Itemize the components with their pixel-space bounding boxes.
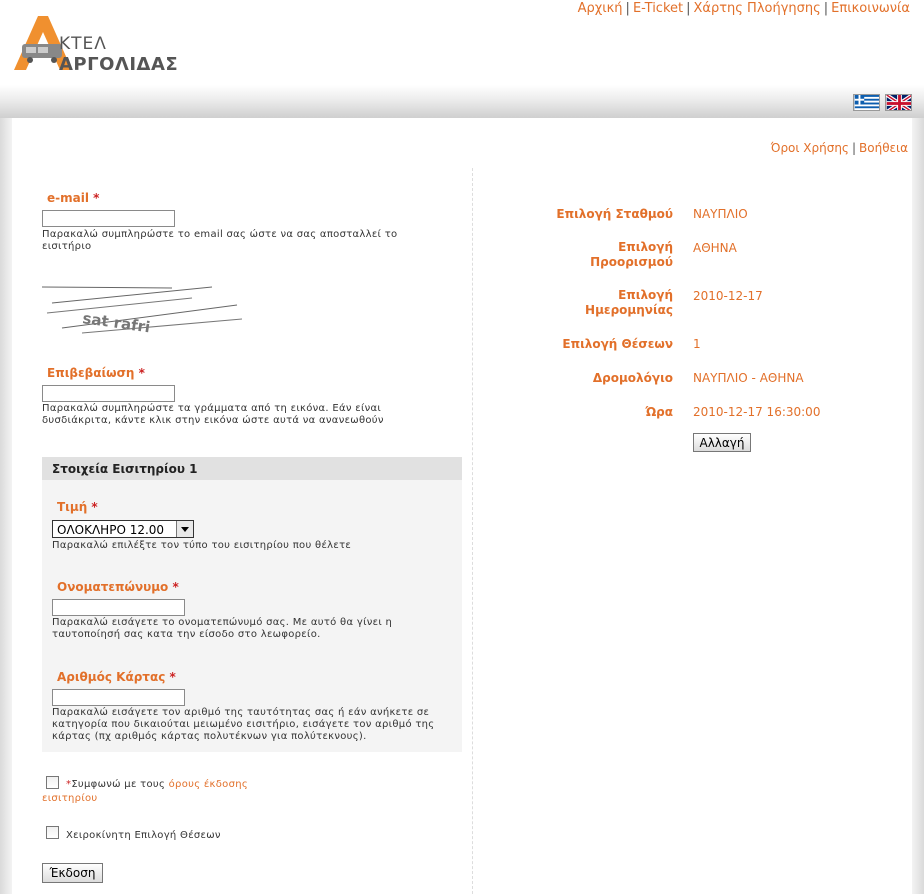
captcha-image[interactable]: sat rafri: [41, 283, 243, 336]
seats-label: Επιλογή Θέσεων: [562, 337, 673, 351]
ticket-section-title: Στοιχεία Εισιτηρίου 1: [52, 462, 198, 476]
card-label: Αριθμός Κάρτας *: [57, 670, 176, 684]
price-select[interactable]: ΟΛΟΚΛΗΡΟ 12.00: [52, 520, 194, 538]
logo-line1: ΚΤΕΛ: [59, 34, 107, 54]
station-value: ΝΑΥΠΛΙΟ: [693, 207, 748, 221]
svg-text:sat rafri: sat rafri: [81, 309, 151, 335]
nav-contact[interactable]: Επικοινωνία: [831, 1, 910, 16]
page-right-shadow: [912, 118, 924, 894]
nav-eticket[interactable]: E-Ticket: [633, 1, 683, 16]
confirm-label: Επιβεβαίωση *: [47, 366, 145, 380]
destination-value: ΑΘΗΝΑ: [693, 241, 737, 255]
date-value: 2010-12-17: [693, 289, 763, 303]
seats-value: 1: [693, 337, 701, 351]
column-divider: [472, 168, 473, 894]
nav-home[interactable]: Αρχική: [578, 1, 623, 16]
name-label: Ονοματεπώνυμο *: [57, 580, 179, 594]
name-help: Παρακαλώ εισάγετε το ονοματεπώνυμό σας. …: [52, 617, 393, 640]
station-label: Επιλογή Σταθμού: [556, 207, 673, 221]
price-label: Τιμή *: [57, 500, 98, 514]
terms-issue-link-cont[interactable]: εισιτηρίου: [42, 793, 98, 805]
nav-map[interactable]: Χάρτης Πλοήγησης: [694, 1, 821, 16]
destination-label: Επιλογή Προορισμού: [590, 240, 673, 269]
time-label: Ώρα: [645, 405, 673, 419]
header: ΚΤΕΛ ΑΡΓΟΛΙΔΑΣ Αρχική | E-Ticket | Χάρτης Πλ…: [0, 0, 924, 85]
confirm-help: Παρακαλώ συμπληρώστε τα γράμματα από τη …: [42, 403, 384, 426]
manual-seats-label: Χειροκίνητη Επιλογή Θέσεων: [66, 830, 221, 841]
header-band: [0, 85, 924, 118]
greek-flag-icon[interactable]: [853, 94, 880, 111]
email-help: Παρακαλώ συμπληρώστε το email σας ώστε ν…: [42, 229, 398, 252]
top-nav: Αρχική | E-Ticket | Χάρτης Πλοήγησης | Επικοιν…: [577, 1, 910, 16]
card-number-input[interactable]: [52, 689, 185, 706]
change-button[interactable]: Αλλαγή: [693, 433, 751, 452]
card-help: Παρακαλώ εισάγετε τον αριθμό της ταυτότη…: [52, 707, 435, 742]
sub-nav: Όροι Χρήσης | Βοήθεια: [770, 141, 908, 155]
issue-button[interactable]: Έκδοση: [42, 863, 103, 883]
terms-link[interactable]: Όροι Χρήσης: [771, 141, 849, 155]
ticket-section-header: Στοιχεία Εισιτηρίου 1: [42, 457, 462, 480]
page-left-shadow: [0, 118, 12, 894]
email-label: e-mail *: [47, 191, 100, 205]
price-help: Παρακαλώ επιλέξτε τον τύπο του εισιτηρίο…: [52, 540, 352, 551]
route-value: ΝΑΥΠΛΙΟ - ΑΘΗΝΑ: [693, 371, 804, 385]
ktel-logo[interactable]: ΚΤΕΛ ΑΡΓΟΛΙΔΑΣ: [14, 14, 189, 75]
help-link[interactable]: Βοήθεια: [859, 141, 908, 155]
time-value: 2010-12-17 16:30:00: [693, 405, 821, 419]
date-label: Επιλογή Ημερομηνίας: [585, 288, 673, 317]
captcha-confirm-input[interactable]: [42, 385, 175, 402]
route-label: Δρομολόγιο: [592, 371, 673, 385]
chevron-down-icon[interactable]: [176, 521, 193, 537]
uk-flag-icon[interactable]: [885, 94, 912, 111]
full-name-input[interactable]: [52, 599, 185, 616]
manual-seats-checkbox[interactable]: [46, 826, 59, 839]
terms-line1: *Συμφωνώ με τους όρους έκδοσης: [66, 779, 249, 790]
logo-line2: ΑΡΓΟΛΙΔΑΣ: [59, 54, 179, 75]
email-input[interactable]: [42, 210, 175, 227]
terms-issue-link[interactable]: όρους έκδοσης: [169, 779, 248, 790]
terms-checkbox[interactable]: [46, 776, 59, 789]
